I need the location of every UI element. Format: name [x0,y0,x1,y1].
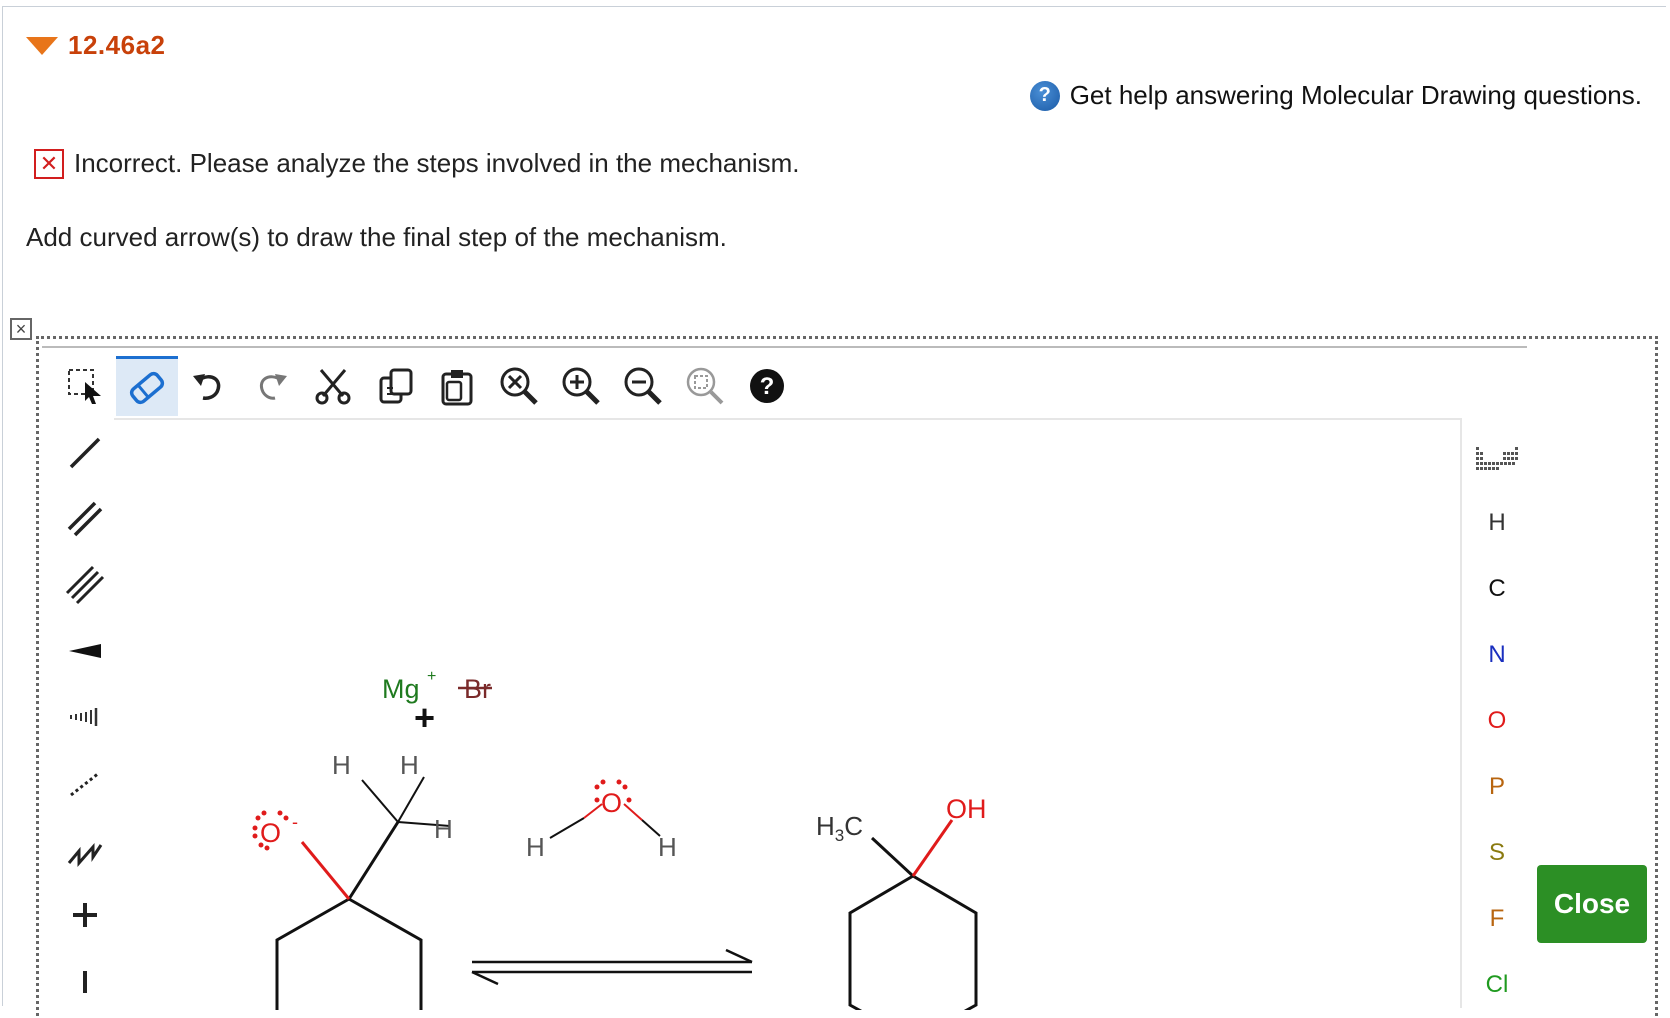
element-s-label: S [1488,839,1505,866]
help-link[interactable]: ? Get help answering Molecular Drawing q… [1029,80,1642,111]
element-h-label: H [1488,509,1506,536]
paste-button[interactable] [426,356,488,416]
element-h[interactable]: H [1462,490,1532,556]
feedback-text: Incorrect. Please analyze the steps invo… [74,148,800,178]
svg-text:?: ? [760,373,775,400]
chain-icon [67,843,103,867]
question-circle-icon[interactable]: ? [1029,80,1060,111]
zoom-out-button[interactable] [612,356,674,416]
copy-icon [379,368,413,404]
mg-charge: + [427,668,436,685]
redo-icon [260,374,287,400]
water-oxygen[interactable]: O [601,788,622,818]
oxygen-charge: - [292,812,298,832]
copy-button[interactable] [364,356,426,416]
dashed-bond-icon [70,771,100,797]
paste-icon [441,370,473,406]
zoom-reset-icon [500,367,538,405]
element-f-label: F [1489,905,1505,932]
question-prompt: Add curved arrow(s) to draw the final st… [26,222,727,252]
h-atom-2[interactable]: H [400,750,419,780]
eraser-tool[interactable] [116,356,178,416]
select-tool[interactable] [54,356,116,416]
element-s[interactable]: S [1462,820,1532,886]
wedge-bond-icon [69,644,101,658]
editor-toolbar: ? [54,356,798,416]
element-cl-label: Cl [1485,971,1509,998]
triple-bond-tool[interactable] [54,552,116,618]
element-palette: H C N O P S F Cl [1462,430,1532,1018]
zoom-fit-button[interactable] [674,356,736,416]
element-c-label: C [1488,575,1506,602]
collapse-triangle-icon[interactable] [26,36,58,55]
zoom-in-icon [562,367,600,405]
cut-icon [315,369,351,405]
methyl-h: H [816,811,835,841]
feedback-message: ✕ Incorrect. Please analyze the steps in… [34,148,800,179]
single-bond-icon [69,437,101,469]
question-header[interactable]: 12.46a2 [26,30,165,61]
water-h-left[interactable]: H [526,832,545,862]
single-bond-tool[interactable] [54,420,116,486]
periodic-table-button[interactable] [1462,430,1532,490]
reactant-molecule[interactable]: Mg + Br + H H H O - [252,668,493,1018]
dashed-bond-tool[interactable] [54,750,116,816]
methyl-c: C [844,811,863,841]
x-box-icon: ✕ [34,148,64,179]
h-atom-1[interactable]: H [332,750,351,780]
wedge-bond-tool[interactable] [54,618,116,684]
double-bond-tool[interactable] [54,486,116,552]
product-molecule[interactable]: H3C OH [816,794,987,1018]
drawing-canvas[interactable]: Mg + Br + H H H O - O H H H3C OH [114,418,1462,1018]
hash-bond-icon [70,708,98,726]
element-n[interactable]: N [1462,622,1532,688]
zoom-fit-icon [686,367,724,405]
help-icon: ? [750,369,784,403]
methyl-subscript: 3 [835,826,844,845]
question-number: 12.46a2 [68,30,166,60]
select-icon [68,369,101,404]
negative-charge-icon [83,971,87,993]
cut-button[interactable] [302,356,364,416]
hydroxyl-group[interactable]: OH [946,794,987,824]
zoom-reset-button[interactable] [488,356,550,416]
charge-plus[interactable]: + [414,697,435,738]
triple-bond-icon [65,565,105,605]
element-p[interactable]: P [1462,754,1532,820]
equilibrium-arrows [471,948,753,986]
br-atom[interactable]: Br [464,674,491,704]
water-h-right[interactable]: H [658,832,677,862]
undo-button[interactable] [178,356,240,416]
water-molecule[interactable]: O H H [526,779,677,863]
close-editor-icon[interactable]: × [10,318,32,340]
eraser-icon [129,371,165,404]
editor-divider [42,346,1527,348]
chain-tool[interactable] [54,816,116,882]
oxygen-atom[interactable]: O [260,818,281,848]
element-cl[interactable]: Cl [1462,952,1532,1018]
zoom-in-button[interactable] [550,356,612,416]
double-bond-icon [67,501,103,537]
element-c[interactable]: C [1462,556,1532,622]
periodic-table-icon [1476,447,1518,470]
h-atom-3[interactable]: H [434,814,453,844]
close-button[interactable]: Close [1537,865,1647,943]
element-o[interactable]: O [1462,688,1532,754]
redo-button[interactable] [240,356,302,416]
help-text[interactable]: Get help answering Molecular Drawing que… [1070,80,1642,111]
hash-bond-tool[interactable] [54,684,116,750]
element-f[interactable]: F [1462,886,1532,952]
element-o-label: O [1487,707,1507,734]
positive-charge-icon [73,903,97,927]
positive-charge-tool[interactable] [54,882,116,948]
bond-tools [54,420,116,1014]
element-p-label: P [1488,773,1505,800]
mechanism-drawing[interactable]: Mg + Br + H H H O - O H H H3C OH [114,420,1462,1018]
editor-help-button[interactable]: ? [736,356,798,416]
zoom-out-icon [624,367,662,405]
methyl-group[interactable]: H3C [816,811,863,845]
element-n-label: N [1488,641,1506,668]
undo-icon [193,374,221,400]
negative-charge-tool[interactable] [54,948,116,1014]
